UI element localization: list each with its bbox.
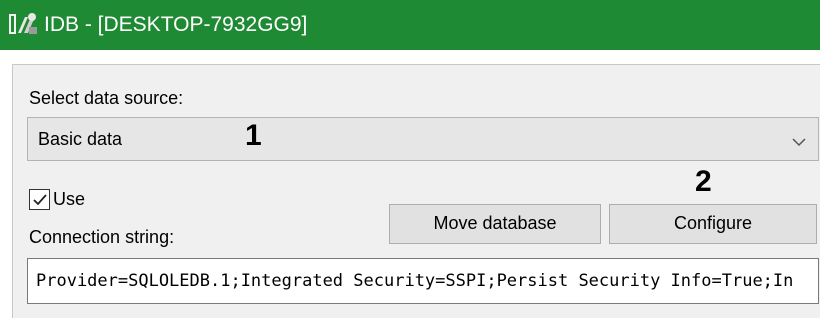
configure-button[interactable]: Configure <box>609 204 817 244</box>
data-source-value: Basic data <box>38 129 123 149</box>
annotation-marker-1: 1 <box>245 119 262 152</box>
connection-string-field[interactable]: Provider=SQLOLEDB.1;Integrated Security=… <box>27 258 819 304</box>
use-checkbox[interactable] <box>29 189 50 210</box>
chevron-down-icon[interactable] <box>792 134 806 147</box>
annotation-marker-2: 2 <box>695 165 712 198</box>
use-checkbox-label: Use <box>53 189 86 209</box>
idb-app-icon <box>8 11 38 37</box>
use-checkbox-group[interactable]: Use <box>29 188 139 214</box>
select-data-source-label: Select data source: <box>29 88 184 108</box>
idb-window: IDB - [DESKTOP-7932GG9] Select data sour… <box>0 0 820 318</box>
connection-string-label: Connection string: <box>29 227 175 247</box>
title-bar[interactable]: IDB - [DESKTOP-7932GG9] <box>0 0 820 50</box>
move-database-button[interactable]: Move database <box>389 204 601 244</box>
checkmark-icon <box>33 194 47 206</box>
settings-panel: Select data source: Basic data 1 2 Use C… <box>12 64 820 318</box>
data-source-dropdown[interactable]: Basic data <box>27 117 819 161</box>
window-title: IDB - [DESKTOP-7932GG9] <box>44 13 308 36</box>
connection-string-value: Provider=SQLOLEDB.1;Integrated Security=… <box>36 271 794 291</box>
